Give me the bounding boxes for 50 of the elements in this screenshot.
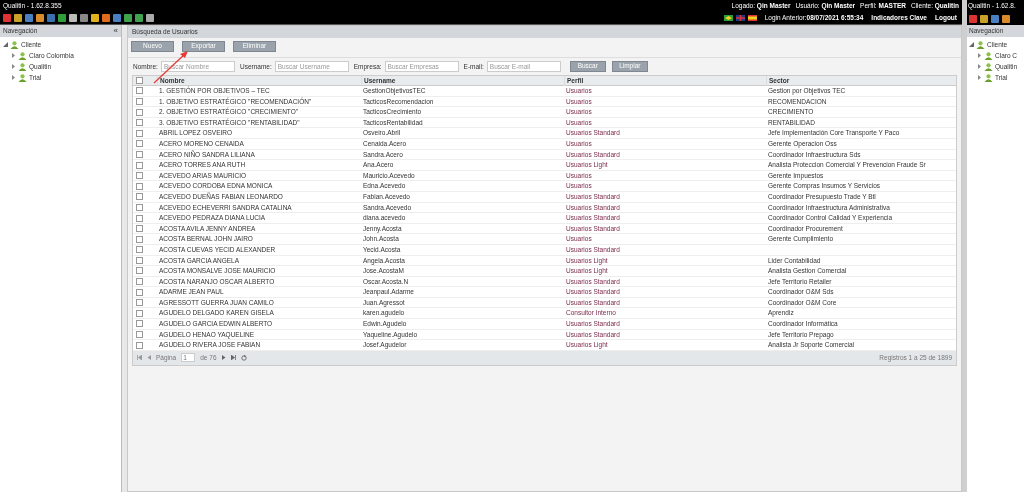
row-checkbox[interactable] <box>135 97 143 105</box>
row-checkbox[interactable] <box>135 235 143 243</box>
expanded-caret-icon[interactable] <box>969 42 974 47</box>
row-checkbox[interactable] <box>135 108 143 116</box>
user-group-icon <box>18 51 27 60</box>
row-checkbox[interactable] <box>135 320 143 328</box>
flag-icon[interactable] <box>723 15 733 21</box>
next-page-icon[interactable] <box>221 355 226 361</box>
user-group-icon <box>976 40 985 49</box>
user-group-icon <box>984 51 993 60</box>
collapsed-caret-icon[interactable] <box>977 53 982 58</box>
row-checkbox[interactable] <box>135 119 143 127</box>
user-group-icon <box>984 62 993 71</box>
row-checkbox[interactable] <box>135 267 143 275</box>
user-group-icon <box>10 40 19 49</box>
row-checkbox[interactable] <box>135 150 143 158</box>
row-checkbox[interactable] <box>135 331 143 339</box>
user-group-icon <box>18 62 27 71</box>
user-group-icon <box>984 73 993 82</box>
collapsed-caret-icon[interactable] <box>977 64 982 69</box>
row-checkbox[interactable] <box>135 182 143 190</box>
flag-icon[interactable] <box>747 15 757 21</box>
row-checkbox[interactable] <box>135 278 143 286</box>
row-checkbox[interactable] <box>135 140 143 148</box>
row-checkbox[interactable] <box>135 288 143 296</box>
expanded-caret-icon[interactable] <box>3 42 8 47</box>
row-checkbox[interactable] <box>135 161 143 169</box>
row-checkbox[interactable] <box>135 256 143 264</box>
refresh-icon[interactable] <box>240 354 247 361</box>
collapsed-caret-icon[interactable] <box>11 64 16 69</box>
row-checkbox[interactable] <box>135 299 143 307</box>
row-checkbox[interactable] <box>135 129 143 137</box>
row-checkbox[interactable] <box>135 77 143 85</box>
previous-page-icon[interactable] <box>147 355 151 361</box>
row-checkbox[interactable] <box>135 309 143 317</box>
user-group-icon <box>18 73 27 82</box>
first-page-icon[interactable] <box>137 355 142 361</box>
row-checkbox[interactable] <box>135 341 143 349</box>
row-checkbox[interactable] <box>135 193 143 201</box>
collapse-button[interactable]: « <box>113 27 118 35</box>
last-page-icon[interactable] <box>230 355 236 361</box>
row-checkbox[interactable] <box>135 203 143 211</box>
row-checkbox[interactable] <box>135 172 143 180</box>
row-checkbox[interactable] <box>135 246 143 254</box>
row-checkbox[interactable] <box>135 225 143 233</box>
row-checkbox[interactable] <box>135 87 143 95</box>
row-checkbox[interactable] <box>135 214 143 222</box>
collapsed-caret-icon[interactable] <box>11 53 16 58</box>
collapsed-caret-icon[interactable] <box>977 75 982 80</box>
collapsed-caret-icon[interactable] <box>11 75 16 80</box>
